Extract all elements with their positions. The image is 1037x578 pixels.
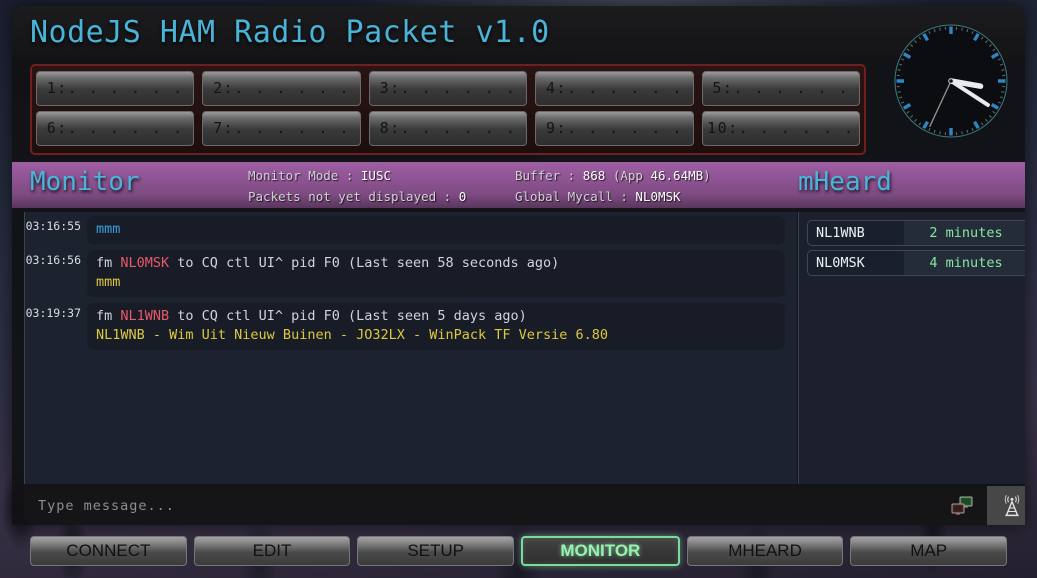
section-header-bar: Monitor mHeard Monitor Mode : IUSC Packe… bbox=[12, 162, 1025, 210]
log-token: fm bbox=[96, 308, 121, 324]
log-token: to CQ ctl UI^ pid F0 (Last seen 5 days a… bbox=[169, 308, 527, 324]
app-window: NodeJS HAM Radio Packet v1.0 1:. . . . .… bbox=[12, 6, 1025, 525]
log-token: fm bbox=[96, 255, 121, 271]
buffer-app-value: 46.64MB bbox=[650, 168, 704, 183]
log-token: to CQ ctl UI^ pid F0 (Last seen 58 secon… bbox=[169, 255, 560, 271]
log-line: mmm bbox=[96, 273, 776, 292]
log-message[interactable]: fm NL1WNB to CQ ctl UI^ pid F0 (Last see… bbox=[87, 303, 785, 350]
log-message[interactable]: mmm bbox=[87, 216, 785, 244]
channel-button-7[interactable]: 7:. . . . . . bbox=[202, 111, 361, 146]
mheard-callsign: NL1WNB bbox=[808, 221, 904, 245]
monitor-stats-column-right: Buffer : 868 (App 46.64MB) Global Mycall… bbox=[515, 165, 711, 207]
monitor-log-list[interactable]: 03:16:55 mmm 03:16:56 fm NL0MSK to CQ ctl U… bbox=[24, 212, 797, 484]
log-timestamp: 03:19:37 bbox=[25, 306, 81, 320]
channel-button-1[interactable]: 1:. . . . . . bbox=[36, 71, 195, 106]
channel-button-5[interactable]: 5:. . . . . . bbox=[701, 71, 861, 106]
multi-window-icon[interactable] bbox=[937, 486, 987, 525]
log-timestamp: 03:16:56 bbox=[25, 253, 81, 267]
log-token: mmm bbox=[96, 274, 121, 290]
log-entry: 03:16:55 mmm bbox=[25, 216, 797, 244]
channel-button-9[interactable]: 9:. . . . . . bbox=[535, 111, 694, 146]
packets-pending-row: Packets not yet displayed : 0 bbox=[248, 189, 467, 204]
mheard-list[interactable]: NL1WNB 2 minutes NL0MSK 4 minutes bbox=[798, 212, 1025, 484]
mheard-callsign: NL0MSK bbox=[808, 251, 904, 275]
mheard-row[interactable]: NL0MSK 4 minutes bbox=[807, 250, 1025, 276]
channel-button-4[interactable]: 4:. . . . . . bbox=[535, 71, 694, 106]
nav-button-mheard[interactable]: MHEARD bbox=[686, 536, 844, 566]
packets-pending-value: 0 bbox=[458, 189, 467, 204]
nav-button-setup[interactable]: SETUP bbox=[357, 536, 515, 566]
log-message[interactable]: fm NL0MSK to CQ ctl UI^ pid F0 (Last see… bbox=[87, 250, 785, 297]
log-token: NL0MSK bbox=[120, 255, 170, 271]
global-mycall-value: NL0MSK bbox=[635, 189, 681, 204]
channel-button-2[interactable]: 2:. . . . . . bbox=[202, 71, 361, 106]
nav-button-edit[interactable]: EDIT bbox=[193, 536, 351, 566]
global-mycall-row: Global Mycall : NL0MSK bbox=[515, 189, 681, 204]
analog-clock-icon bbox=[887, 11, 1019, 151]
monitor-stats-column-left: Monitor Mode : IUSC Packets not yet disp… bbox=[248, 165, 466, 207]
title-bar: NodeJS HAM Radio Packet v1.0 bbox=[12, 6, 1025, 138]
monitor-panel-title: Monitor bbox=[30, 167, 140, 197]
channel-button-8[interactable]: 8:. . . . . . bbox=[368, 111, 528, 146]
channel-button-10[interactable]: 10:. . . . . . bbox=[701, 111, 861, 146]
nav-button-connect[interactable]: CONNECT bbox=[30, 536, 187, 566]
channel-row-2: 6:. . . . . . 7:. . . . . . 8:. . . . . … bbox=[36, 111, 861, 146]
nav-button-map[interactable]: MAP bbox=[850, 536, 1008, 566]
monitor-mode-value: IUSC bbox=[360, 168, 391, 183]
buffer-value: 868 bbox=[582, 168, 606, 183]
log-token: mmm bbox=[96, 221, 121, 237]
radio-tower-icon[interactable] bbox=[987, 486, 1025, 525]
log-token: NL1WNB - Wim Uit Nieuw Buinen - JO32LX -… bbox=[96, 327, 609, 343]
message-input-bar bbox=[24, 486, 1025, 525]
log-line: fm NL0MSK to CQ ctl UI^ pid F0 (Last see… bbox=[96, 254, 776, 273]
channel-button-panel: 1:. . . . . . 2:. . . . . . 3:. . . . . … bbox=[30, 64, 866, 155]
monitor-mode-row: Monitor Mode : IUSC bbox=[248, 168, 391, 183]
app-title: NodeJS HAM Radio Packet v1.0 bbox=[30, 15, 550, 50]
mheard-row[interactable]: NL1WNB 2 minutes bbox=[807, 220, 1025, 246]
channel-button-6[interactable]: 6:. . . . . . bbox=[36, 111, 195, 146]
channel-button-3[interactable]: 3:. . . . . . bbox=[368, 71, 528, 106]
log-entry: 03:16:56 fm NL0MSK to CQ ctl UI^ pid F0 (… bbox=[25, 250, 797, 297]
log-line: fm NL1WNB to CQ ctl UI^ pid F0 (Last see… bbox=[96, 307, 776, 326]
nav-button-monitor[interactable]: MONITOR bbox=[521, 536, 680, 566]
log-line: NL1WNB - Wim Uit Nieuw Buinen - JO32LX -… bbox=[96, 326, 776, 345]
log-entry: 03:19:37 fm NL1WNB to CQ ctl UI^ pid F0 (… bbox=[25, 303, 797, 350]
log-timestamp: 03:16:55 bbox=[25, 219, 81, 233]
mheard-age: 2 minutes bbox=[904, 221, 1025, 245]
message-input[interactable] bbox=[24, 486, 937, 525]
bottom-nav-bar: CONNECT EDIT SETUP MONITOR MHEARD MAP bbox=[0, 531, 1037, 571]
buffer-row: Buffer : 868 (App 46.64MB) bbox=[515, 168, 711, 183]
mheard-age: 4 minutes bbox=[904, 251, 1025, 275]
channel-row-1: 1:. . . . . . 2:. . . . . . 3:. . . . . … bbox=[36, 71, 861, 106]
log-token: NL1WNB bbox=[120, 308, 170, 324]
log-line: mmm bbox=[96, 220, 776, 239]
mheard-panel-title: mHeard bbox=[798, 167, 892, 197]
